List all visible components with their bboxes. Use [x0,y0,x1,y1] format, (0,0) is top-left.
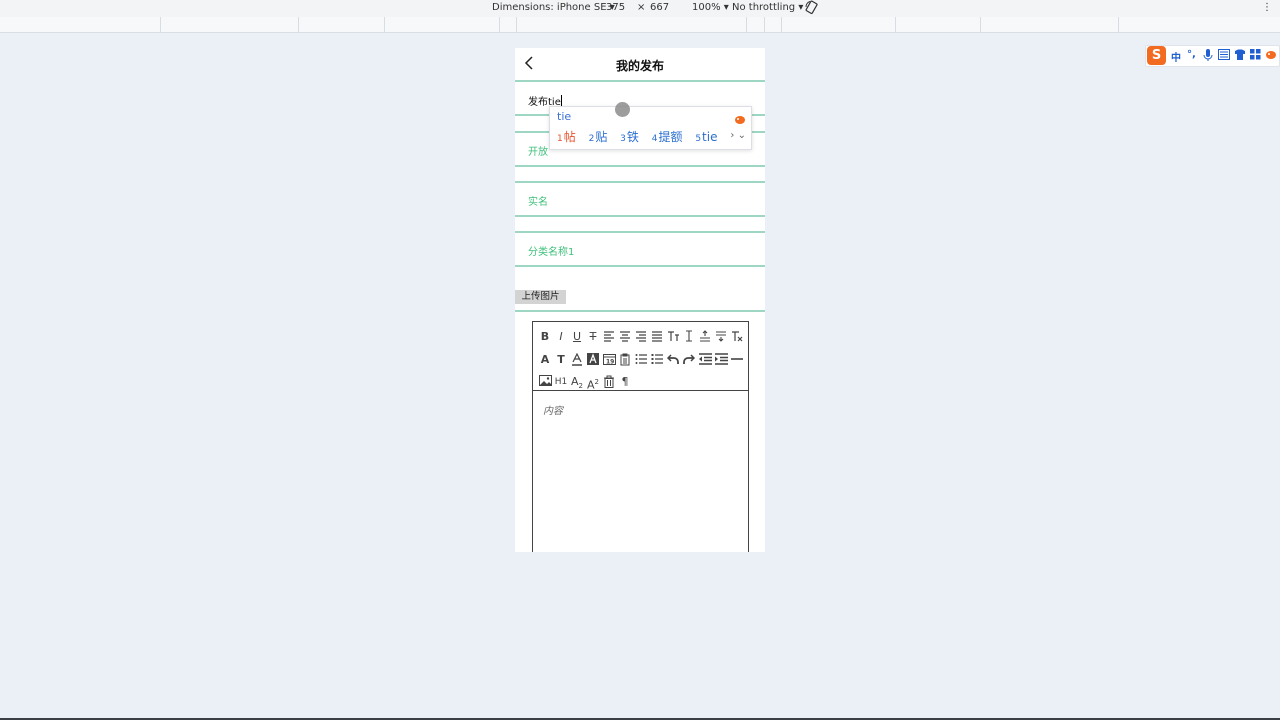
align-right-icon[interactable] [634,330,648,344]
align-left-icon[interactable] [602,330,616,344]
ime-candidate-1[interactable]: 1帖 [557,130,576,144]
mascot-icon [734,110,746,129]
underline-icon[interactable]: U [570,330,584,344]
punctuation-toggle[interactable]: °, [1187,49,1196,60]
clipboard-icon[interactable] [618,353,632,367]
subscript-icon[interactable]: A2 [570,375,584,390]
sogou-logo[interactable]: S [1147,46,1166,65]
editor-toolbar: B I U T A T 19 H1 A2 A2 ¶ [533,322,748,392]
ime-mode-toggle[interactable]: 中 [1171,49,1181,64]
italic-icon[interactable]: I [554,330,568,344]
bold-icon[interactable]: B [538,330,552,344]
nav-bar: 我的发布 [515,48,765,82]
chevron-down-icon: ▾ [723,2,729,13]
unordered-list-icon[interactable] [650,353,664,367]
editor-content-placeholder[interactable]: 内容 [543,402,563,417]
ordered-list-icon[interactable] [634,353,648,367]
dimensions-label: Dimensions: iPhone SE [492,2,607,13]
redo-icon[interactable] [682,353,696,367]
field-value-open: 开放 [528,147,548,158]
toolbox-icon[interactable] [1250,49,1261,63]
chevron-down-icon[interactable]: ⌄ [738,130,746,141]
ime-toolbar: S 中 °, [1145,45,1280,67]
font-family-icon[interactable] [666,330,680,344]
chevron-down-icon: ▾ [798,2,804,13]
font-color-icon[interactable]: A [538,353,552,367]
media-query-ruler [0,17,1280,33]
date-icon[interactable]: 19 [602,353,616,367]
ime-candidate-3[interactable]: 3铁 [620,130,639,144]
page-title: 我的发布 [615,59,664,73]
select-field-realname[interactable]: 实名 [515,181,765,217]
more-options-icon[interactable]: ⋮ [1262,2,1272,13]
strikethrough-icon[interactable]: T [586,330,600,344]
indent-format-icon[interactable] [714,330,728,344]
mic-icon[interactable] [1203,48,1213,65]
throttling-label: No throttling [732,2,796,13]
divider [515,310,765,312]
select-field-category[interactable]: 分类名称1 [515,231,765,267]
height-input[interactable]: 667 [650,2,669,13]
undo-icon[interactable] [666,353,680,367]
horizontal-rule-icon[interactable] [730,353,744,367]
ime-candidate-5[interactable]: 5tie [695,130,717,144]
zoom-dropdown[interactable]: 100% ▾ [692,2,729,13]
svg-text:19: 19 [606,359,614,366]
text-color-icon[interactable] [570,352,584,367]
mascot-icon[interactable] [1265,50,1277,63]
image-icon[interactable] [538,375,552,389]
trash-icon[interactable] [602,375,616,389]
rotate-icon[interactable] [805,0,819,18]
times-symbol: × [637,2,646,13]
chevron-right-icon[interactable]: › [730,130,734,141]
ime-candidate-popup: tie 1帖 2贴 3铁 4提额 5tie › ⌄ [549,106,752,150]
field-value-realname: 实名 [528,197,548,208]
devtools-device-toolbar: Dimensions: iPhone SE ▾ 375 × 667 100% ▾… [0,0,1280,17]
heading-icon[interactable]: H1 [554,375,568,389]
ime-page-controls[interactable]: › ⌄ [730,130,746,141]
paragraph-icon[interactable]: ¶ [618,375,632,389]
background-color-icon[interactable] [586,353,600,367]
touch-cursor [615,102,630,117]
outdent-icon[interactable] [698,353,712,367]
font-size-icon[interactable]: T [554,353,568,367]
align-center-icon[interactable] [618,330,632,344]
spacing-icon[interactable] [698,330,712,344]
rich-text-editor: B I U T A T 19 H1 A2 A2 ¶ 内容 [532,321,749,552]
zoom-label: 100% [692,2,721,13]
indent-icon[interactable] [714,353,728,367]
superscript-icon[interactable]: A2 [586,375,600,392]
dimensions-dropdown[interactable]: Dimensions: iPhone SE ▾ [492,2,615,13]
width-input[interactable]: 375 [606,2,625,13]
keyboard-icon[interactable] [1218,49,1230,63]
skin-icon[interactable] [1234,49,1246,63]
throttling-dropdown[interactable]: No throttling ▾ [732,2,803,13]
field-value-category: 分类名称1 [528,247,575,258]
upload-image-button[interactable]: 上传图片 [515,290,566,304]
ime-pinyin-input: tie [557,110,572,123]
ime-candidate-4[interactable]: 4提额 [652,130,683,144]
ime-candidate-2[interactable]: 2贴 [589,130,608,144]
line-height-icon[interactable] [682,330,696,344]
clear-format-icon[interactable] [730,330,744,344]
ime-candidate-list: 1帖 2贴 3铁 4提额 5tie [557,128,726,145]
align-justify-icon[interactable] [650,330,664,344]
